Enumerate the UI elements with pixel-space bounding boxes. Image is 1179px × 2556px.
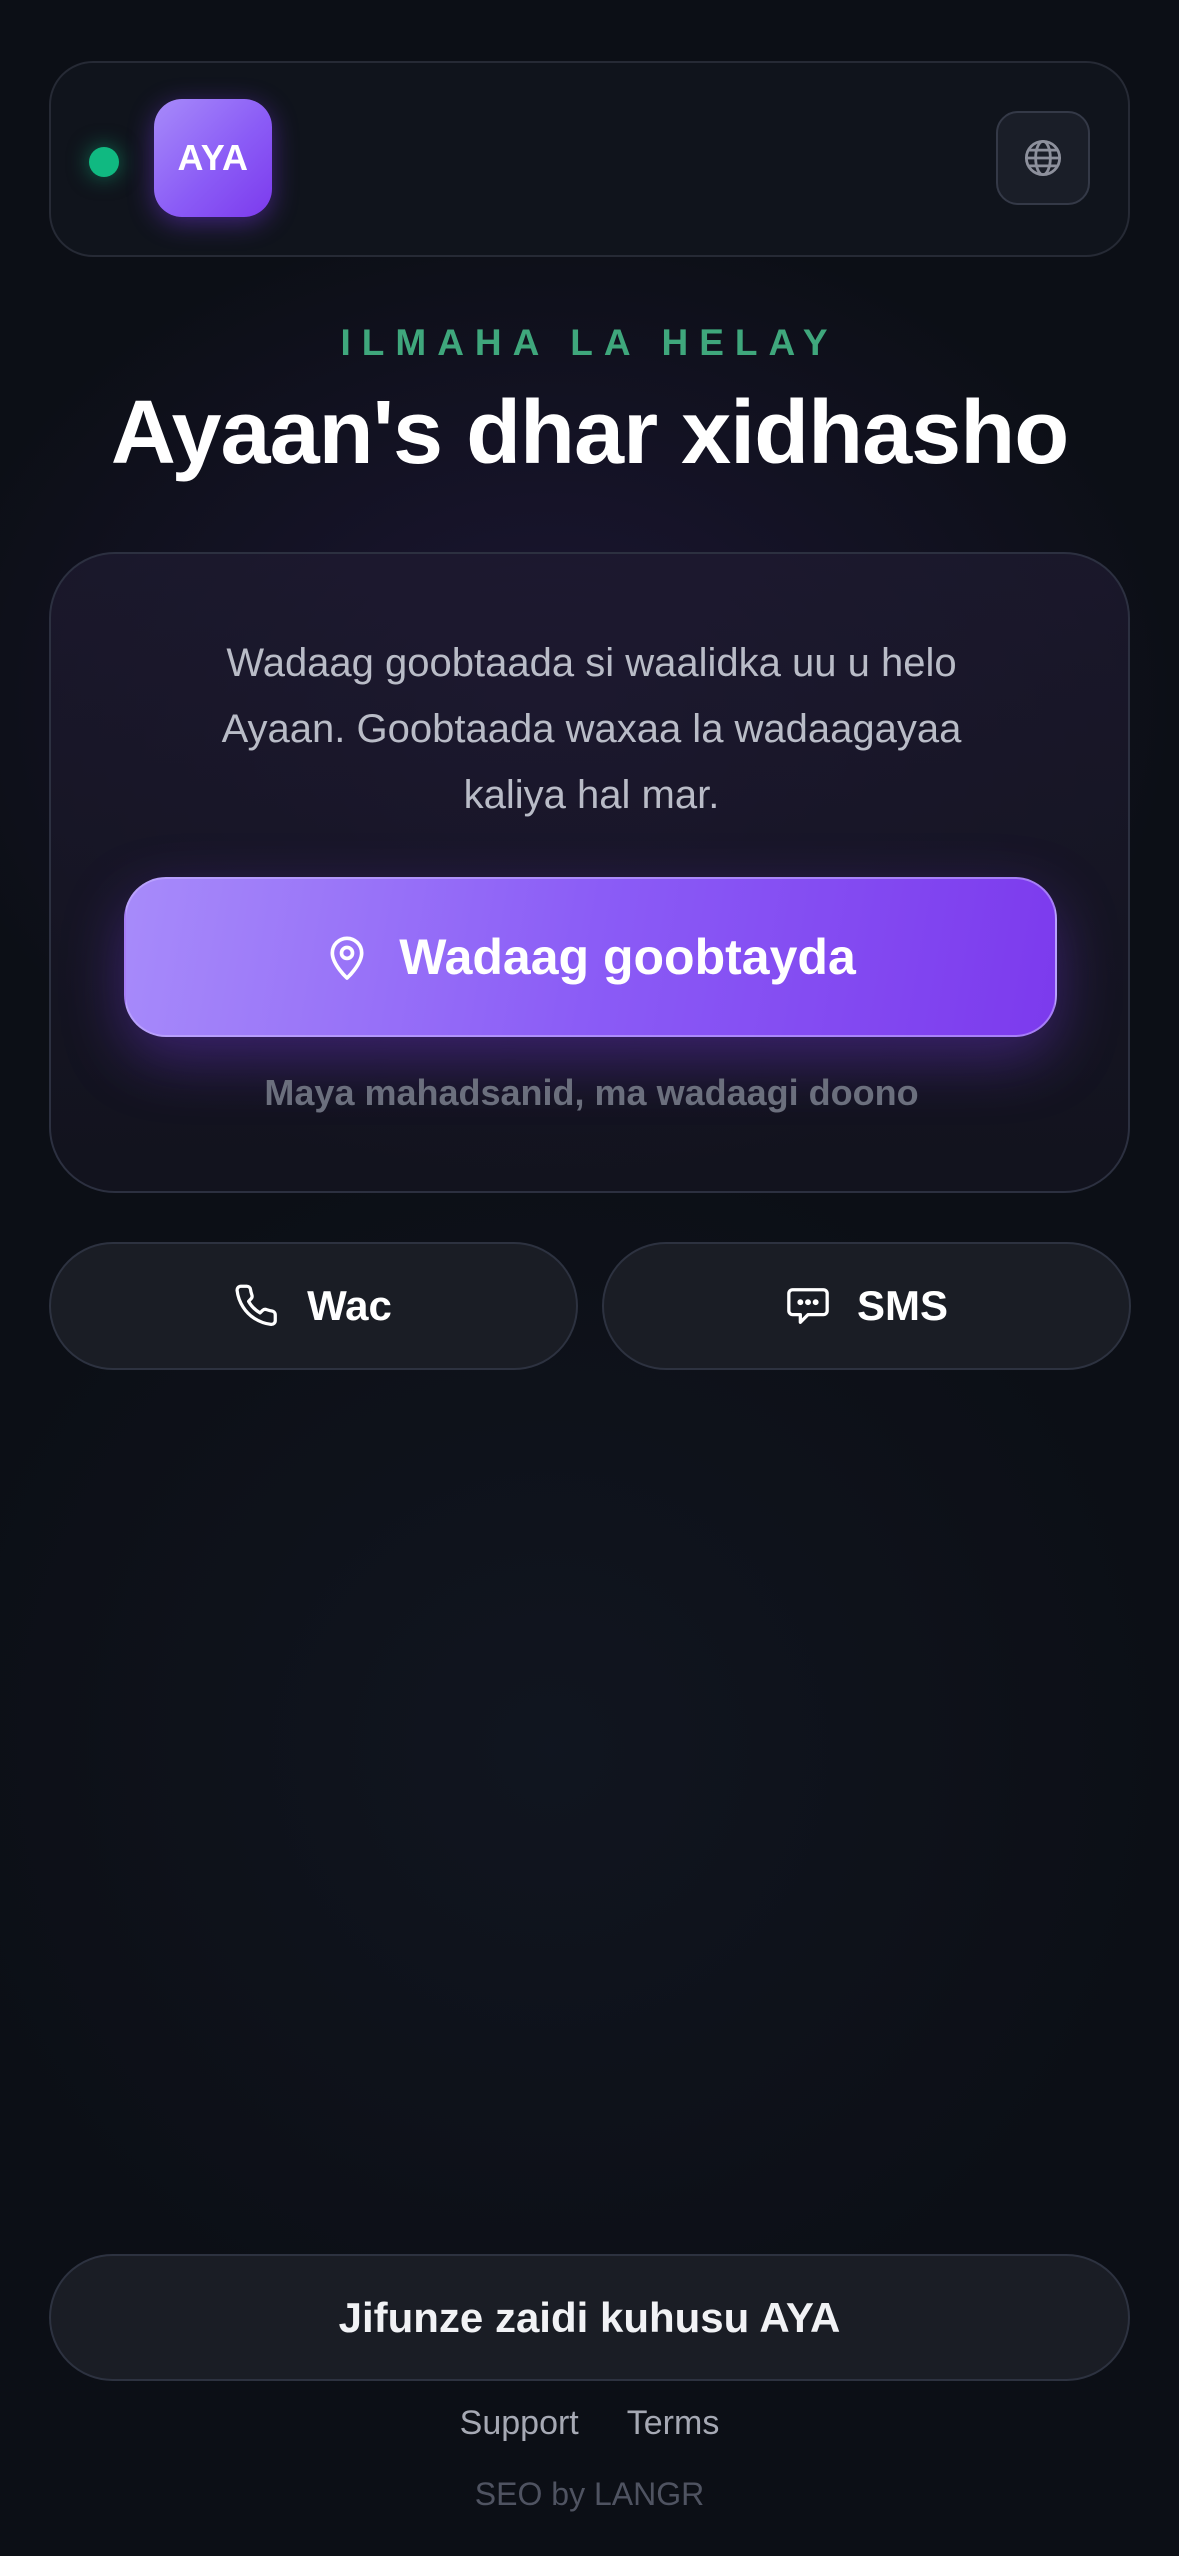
share-location-card: Wadaag goobtaada si waalidka uu u helo A… <box>49 552 1130 1193</box>
page-eyebrow: ILMAHA LA HELAY <box>340 322 839 363</box>
footer-links: Support Terms <box>0 2404 1179 2443</box>
location-pin-icon <box>330 936 364 980</box>
learn-more-button[interactable]: Jifunze zaidi kuhusu AYA <box>49 2254 1130 2381</box>
share-description: Wadaag goobtaada si waalidka uu u helo A… <box>221 641 962 817</box>
phone-icon <box>235 1284 277 1327</box>
share-button-label: Wadaag goobtayda <box>399 929 856 985</box>
language-button[interactable] <box>996 111 1090 205</box>
sms-label: SMS <box>856 1282 948 1329</box>
decline-share-link[interactable]: Maya mahadsanid, ma wadaagi doono <box>51 1072 1132 1114</box>
sms-button[interactable]: SMS <box>602 1242 1131 1370</box>
footer-credit: SEO by LANGR <box>474 2476 705 2512</box>
logo: AYA <box>154 99 272 217</box>
call-button[interactable]: Wac <box>49 1242 578 1370</box>
globe-icon <box>1024 139 1062 177</box>
support-link[interactable]: Support <box>460 2404 579 2443</box>
message-icon <box>787 1288 829 1324</box>
call-label: Wac <box>307 1282 392 1329</box>
status-indicator <box>89 147 119 177</box>
header-bar: AYA <box>49 61 1130 257</box>
terms-link[interactable]: Terms <box>627 2404 720 2443</box>
page-title: Ayaan's dhar xidhasho <box>110 383 1069 483</box>
share-location-button[interactable]: Wadaag goobtayda <box>124 877 1057 1037</box>
